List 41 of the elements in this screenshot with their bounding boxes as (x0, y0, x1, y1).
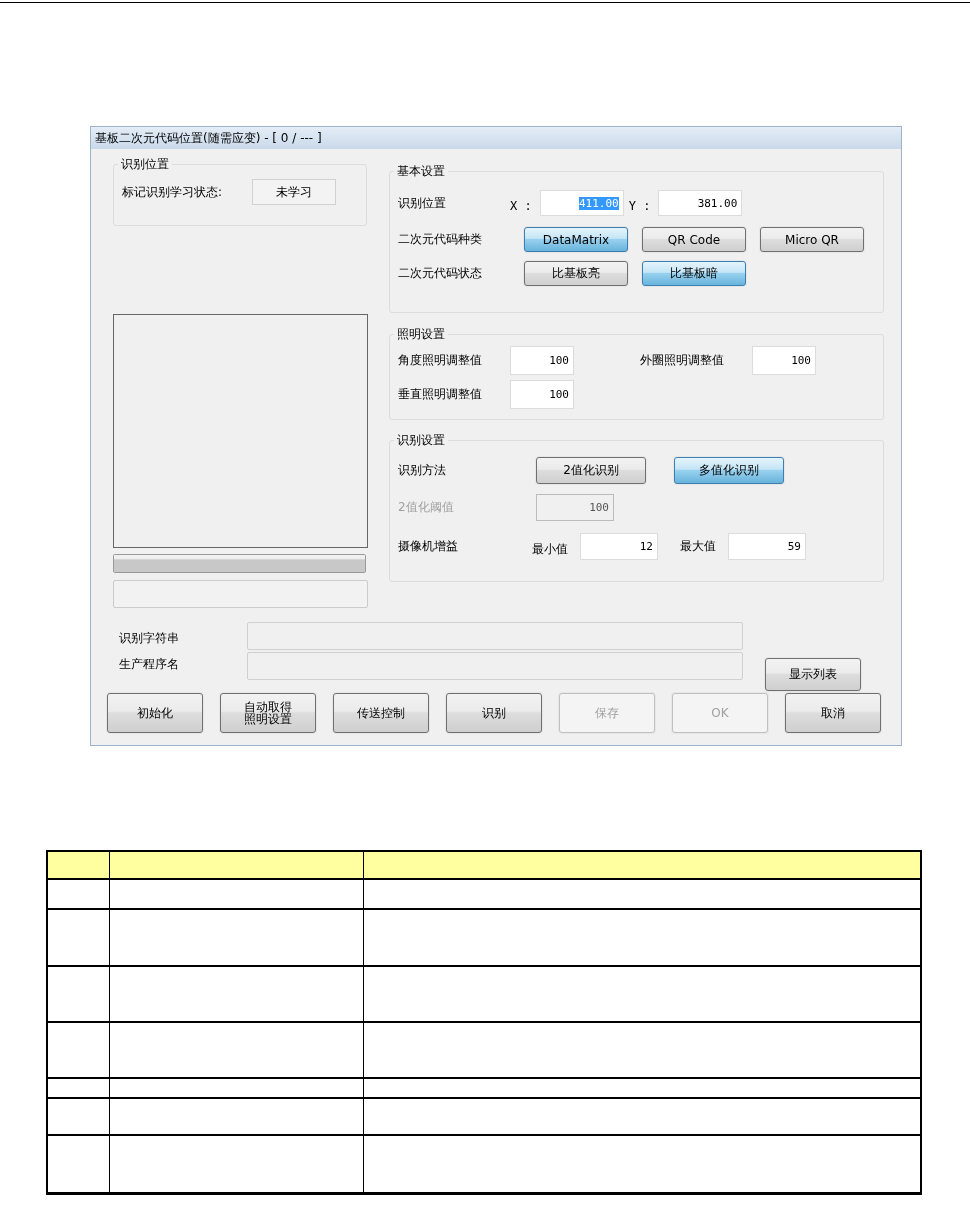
show-list-button[interactable]: 显示列表 (765, 658, 861, 691)
action-button[interactable]: 传送控制 (333, 693, 429, 733)
number-input[interactable]: 59 (728, 533, 806, 560)
toggle-button[interactable]: 2值化识别 (536, 457, 646, 484)
field-label: 识别位置 (398, 194, 447, 212)
action-button[interactable]: 识别 (446, 693, 542, 733)
field-label: 外圈照明调整值 (640, 352, 725, 369)
toggle-button[interactable]: 多值化识别 (674, 457, 784, 484)
toggle-button[interactable]: QR Code (642, 227, 746, 252)
group-title: 识别位置 (120, 156, 170, 173)
status-display: 未学习 (252, 179, 337, 205)
action-button[interactable]: 初始化 (107, 693, 203, 733)
window-title: 基板二次元代码位置(随需应变) - [ 0 / --- ] (95, 129, 322, 147)
field-label: 生产程序名 (118, 656, 180, 673)
group-title: 照明设置 (396, 326, 446, 343)
field-label: 标记识别学习状态: (122, 183, 223, 201)
field-label: 识别字符串 (118, 629, 180, 647)
group-title: 基本设置 (396, 163, 446, 180)
toggle-button[interactable]: 比基板暗 (642, 261, 746, 286)
field-label: 二次元代码状态 (398, 265, 483, 282)
field-label: 摄像机增益 (398, 538, 459, 555)
number-input[interactable]: 12 (580, 533, 658, 560)
group-title: 识别设置 (396, 432, 446, 449)
field-label: 2值化阈值 (398, 499, 455, 516)
y-input[interactable]: 381.00 (658, 190, 743, 216)
field-label: 识别方法 (398, 462, 447, 479)
number-input[interactable]: 100 (752, 346, 816, 375)
field-label: 垂直照明调整值 (398, 386, 483, 403)
field-label: Y : (628, 199, 651, 213)
field-label: X : (510, 199, 532, 213)
toggle-button[interactable]: 比基板亮 (524, 261, 628, 286)
action-button[interactable]: 取消 (785, 693, 881, 733)
action-button[interactable]: 自动取得照明设置 (220, 693, 316, 733)
toggle-button[interactable]: DataMatrix (524, 227, 628, 252)
toggle-button[interactable]: Micro QR (760, 227, 864, 252)
field-label: 二次元代码种类 (398, 231, 483, 248)
field-label: 最大值 (680, 538, 716, 555)
field-label: 角度照明调整值 (398, 352, 483, 369)
number-input[interactable]: 100 (510, 380, 574, 409)
number-input[interactable]: 100 (510, 346, 574, 375)
field-label: 最小值 (532, 541, 568, 558)
